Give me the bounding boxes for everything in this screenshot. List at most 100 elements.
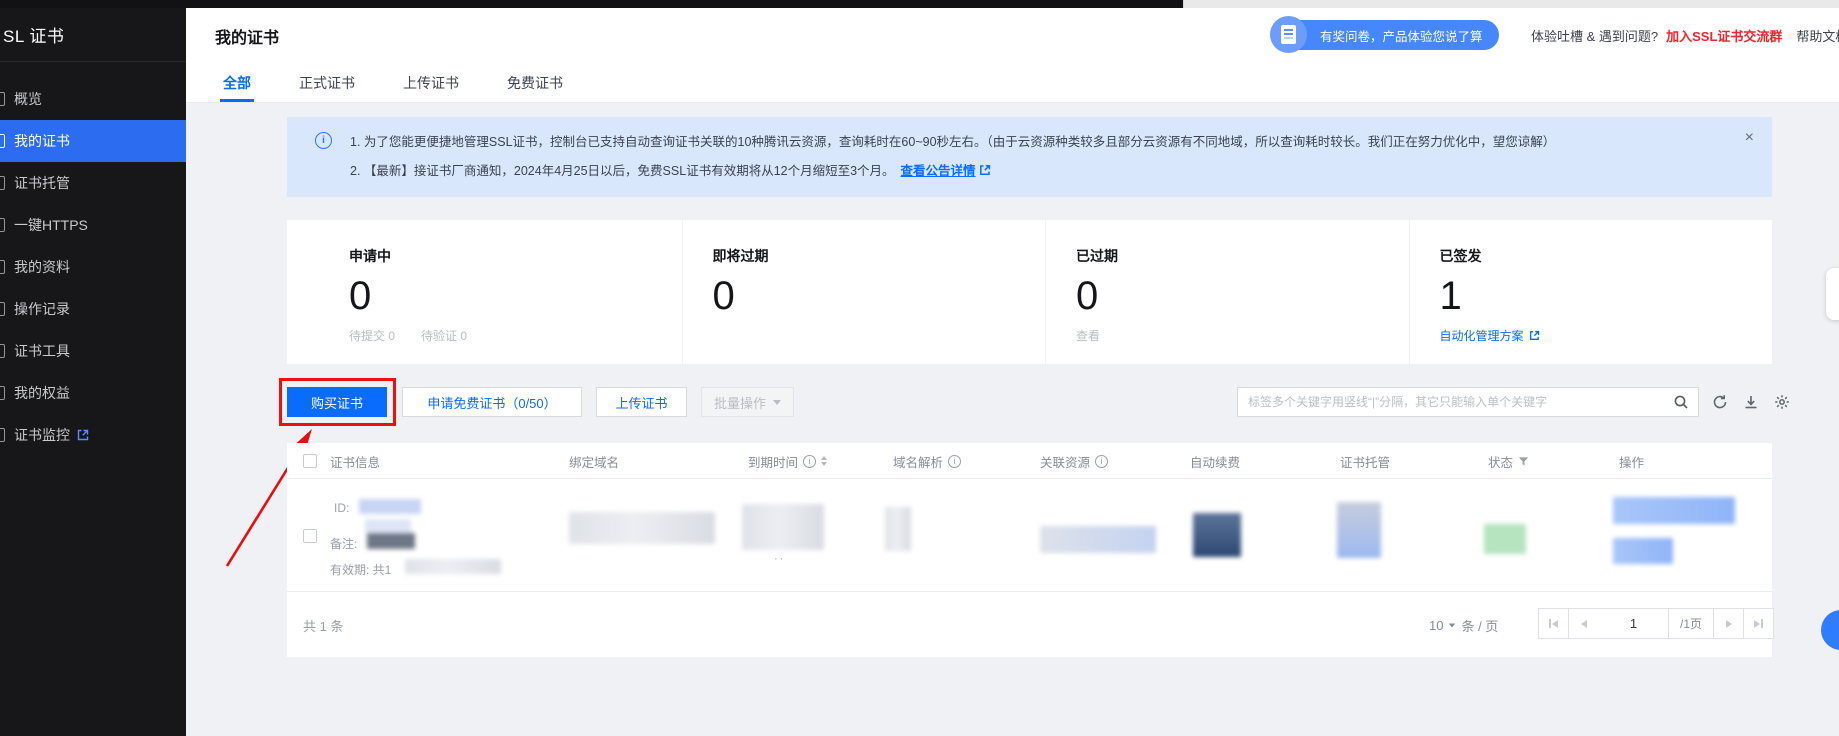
stats-panel: 申请中 0 待提交 0 待验证 0 即将过期 0 已过期 0 查看 已签发 1 … bbox=[287, 220, 1772, 364]
page-header: 我的证书 有奖问卷，产品体验您说了算 体验吐槽 & 遇到问题? 加入SSL证书交… bbox=[186, 8, 1839, 63]
column-status: 状态 bbox=[1488, 443, 1529, 479]
profile-icon bbox=[0, 260, 5, 274]
upload-certificate-button[interactable]: 上传证书 bbox=[596, 387, 687, 417]
redacted-validity bbox=[405, 559, 501, 574]
redacted-dns bbox=[885, 507, 911, 551]
sidebar-item-label: 证书监控 bbox=[14, 425, 70, 445]
column-cert-info: 证书信息 bbox=[330, 443, 380, 479]
redacted-remark bbox=[367, 533, 415, 549]
page-title: 我的证书 bbox=[215, 8, 279, 63]
tab-paid-certificates[interactable]: 正式证书 bbox=[299, 63, 355, 102]
automation-plan-link[interactable]: 自动化管理方案 bbox=[1440, 327, 1773, 344]
https-icon bbox=[0, 218, 5, 232]
log-icon bbox=[0, 302, 5, 316]
survey-doc-icon bbox=[1270, 16, 1307, 53]
tab-free-certificates[interactable]: 免费证书 bbox=[507, 63, 563, 102]
sidebar-item-one-click-https[interactable]: 一键HTTPS bbox=[0, 204, 186, 246]
stat-view-link[interactable]: 查看 bbox=[1076, 327, 1100, 344]
sidebar-item-my-certificates[interactable]: 我的证书 bbox=[0, 120, 186, 162]
redacted-status-badge bbox=[1484, 524, 1526, 554]
automation-plan-label: 自动化管理方案 bbox=[1440, 327, 1524, 344]
redacted-hosting bbox=[1337, 502, 1381, 558]
info-icon[interactable]: i bbox=[1095, 455, 1108, 468]
search-icon[interactable] bbox=[1664, 388, 1698, 416]
redacted-action-links[interactable] bbox=[1613, 497, 1735, 524]
column-bound-domain: 绑定域名 bbox=[569, 443, 619, 479]
sidebar-item-label: 证书托管 bbox=[14, 173, 70, 193]
monitor-icon bbox=[0, 428, 5, 442]
search-box bbox=[1237, 387, 1699, 417]
chevron-down-icon bbox=[1449, 624, 1455, 628]
overview-icon bbox=[0, 92, 5, 106]
top-strip-light bbox=[1183, 0, 1839, 8]
sidebar-item-cert-hosting[interactable]: 证书托管 bbox=[0, 162, 186, 204]
search-input[interactable] bbox=[1238, 395, 1664, 409]
stat-expired: 已过期 0 查看 bbox=[1045, 220, 1409, 364]
remark-label: 备注: bbox=[330, 535, 357, 552]
stat-value: 0 bbox=[713, 274, 1046, 318]
stat-label: 已签发 bbox=[1440, 246, 1773, 266]
sidebar-item-my-benefits[interactable]: 我的权益 bbox=[0, 372, 186, 414]
last-page-button[interactable] bbox=[1743, 608, 1774, 639]
sidebar-item-cert-tools[interactable]: 证书工具 bbox=[0, 330, 186, 372]
help-float-button[interactable] bbox=[1821, 610, 1839, 650]
tab-all[interactable]: 全部 bbox=[223, 63, 251, 102]
external-link-icon bbox=[1529, 330, 1540, 341]
page-size-unit: 条 / 页 bbox=[1461, 616, 1498, 635]
external-link-icon bbox=[77, 429, 89, 441]
batch-operation-label: 批量操作 bbox=[714, 393, 766, 412]
table-header: 证书信息 绑定域名 到期时间 i 域名解析 i 关联资源 i 自动续费 证书托管… bbox=[287, 443, 1772, 479]
survey-banner-button[interactable]: 有奖问卷，产品体验您说了算 bbox=[1278, 20, 1499, 50]
column-expiry-time: 到期时间 i bbox=[748, 443, 827, 479]
sort-icon[interactable] bbox=[821, 456, 827, 466]
redacted-resources bbox=[1040, 526, 1156, 553]
page-size-select[interactable]: 10 条 / 页 bbox=[1429, 616, 1498, 635]
table-tool-icons bbox=[1712, 394, 1790, 410]
redacted-action-links-2[interactable] bbox=[1613, 538, 1673, 564]
cert-id-label: ID: bbox=[334, 501, 349, 515]
refresh-icon[interactable] bbox=[1712, 394, 1728, 410]
download-icon[interactable] bbox=[1743, 394, 1759, 410]
redacted-domain bbox=[569, 512, 715, 544]
table-footer: 共 1 条 10 条 / 页 /1页 bbox=[287, 592, 1772, 656]
join-group-link[interactable]: 加入SSL证书交流群 bbox=[1666, 26, 1782, 45]
redacted-expiry bbox=[742, 504, 824, 550]
ssl-console-page: SL 证书 概览 我的证书 证书托管 一键HTTPS 我的资料 bbox=[0, 0, 1839, 736]
gear-icon[interactable] bbox=[1774, 394, 1790, 410]
sidebar-item-cert-monitor[interactable]: 证书监控 bbox=[0, 414, 186, 456]
batch-operation-button[interactable]: 批量操作 bbox=[701, 387, 794, 417]
sidebar-title: SL 证书 bbox=[0, 8, 186, 62]
top-strip-dark bbox=[0, 0, 1183, 8]
filter-icon[interactable] bbox=[1518, 456, 1529, 467]
tab-uploaded-certificates[interactable]: 上传证书 bbox=[403, 63, 459, 102]
next-page-button[interactable] bbox=[1713, 608, 1744, 639]
sidebar: SL 证书 概览 我的证书 证书托管 一键HTTPS 我的资料 bbox=[0, 8, 186, 736]
column-cert-hosting: 证书托管 bbox=[1340, 443, 1390, 479]
feedback-text: 体验吐槽 & 遇到问题? bbox=[1531, 26, 1658, 45]
table-row[interactable]: ID: 备注: 有效期: 共1 ·· bbox=[287, 479, 1772, 592]
stat-label: 即将过期 bbox=[713, 246, 1046, 266]
stat-value: 0 bbox=[1076, 274, 1409, 318]
tools-icon bbox=[0, 344, 5, 358]
announcement-link[interactable]: 查看公告详情 bbox=[901, 164, 976, 178]
info-icon[interactable]: i bbox=[803, 455, 816, 468]
sidebar-item-my-profile[interactable]: 我的资料 bbox=[0, 246, 186, 288]
survey-pill-label: 有奖问卷，产品体验您说了算 bbox=[1320, 26, 1483, 45]
stat-issued: 已签发 1 自动化管理方案 bbox=[1409, 220, 1773, 364]
sidebar-item-operation-log[interactable]: 操作记录 bbox=[0, 288, 186, 330]
apply-free-certificate-button[interactable]: 申请免费证书（0/50） bbox=[402, 387, 582, 417]
buy-certificate-button[interactable]: 购买证书 bbox=[287, 387, 387, 417]
certificate-tabs: 全部 正式证书 上传证书 免费证书 bbox=[186, 63, 1839, 103]
header-links: 体验吐槽 & 遇到问题? 加入SSL证书交流群 帮助文档 bbox=[1531, 8, 1839, 63]
sidebar-menu: 概览 我的证书 证书托管 一键HTTPS 我的资料 操作记录 bbox=[0, 62, 186, 456]
help-doc-link[interactable]: 帮助文档 bbox=[1796, 26, 1839, 45]
feedback-side-tab[interactable] bbox=[1826, 268, 1839, 320]
sidebar-item-overview[interactable]: 概览 bbox=[0, 78, 186, 120]
close-icon[interactable]: × bbox=[1745, 130, 1754, 146]
first-page-button[interactable] bbox=[1538, 608, 1569, 639]
info-icon[interactable]: i bbox=[948, 455, 961, 468]
page-number-input[interactable] bbox=[1598, 608, 1669, 639]
select-all-checkbox[interactable] bbox=[303, 454, 317, 468]
row-checkbox[interactable] bbox=[303, 529, 317, 543]
prev-page-button[interactable] bbox=[1568, 608, 1599, 639]
